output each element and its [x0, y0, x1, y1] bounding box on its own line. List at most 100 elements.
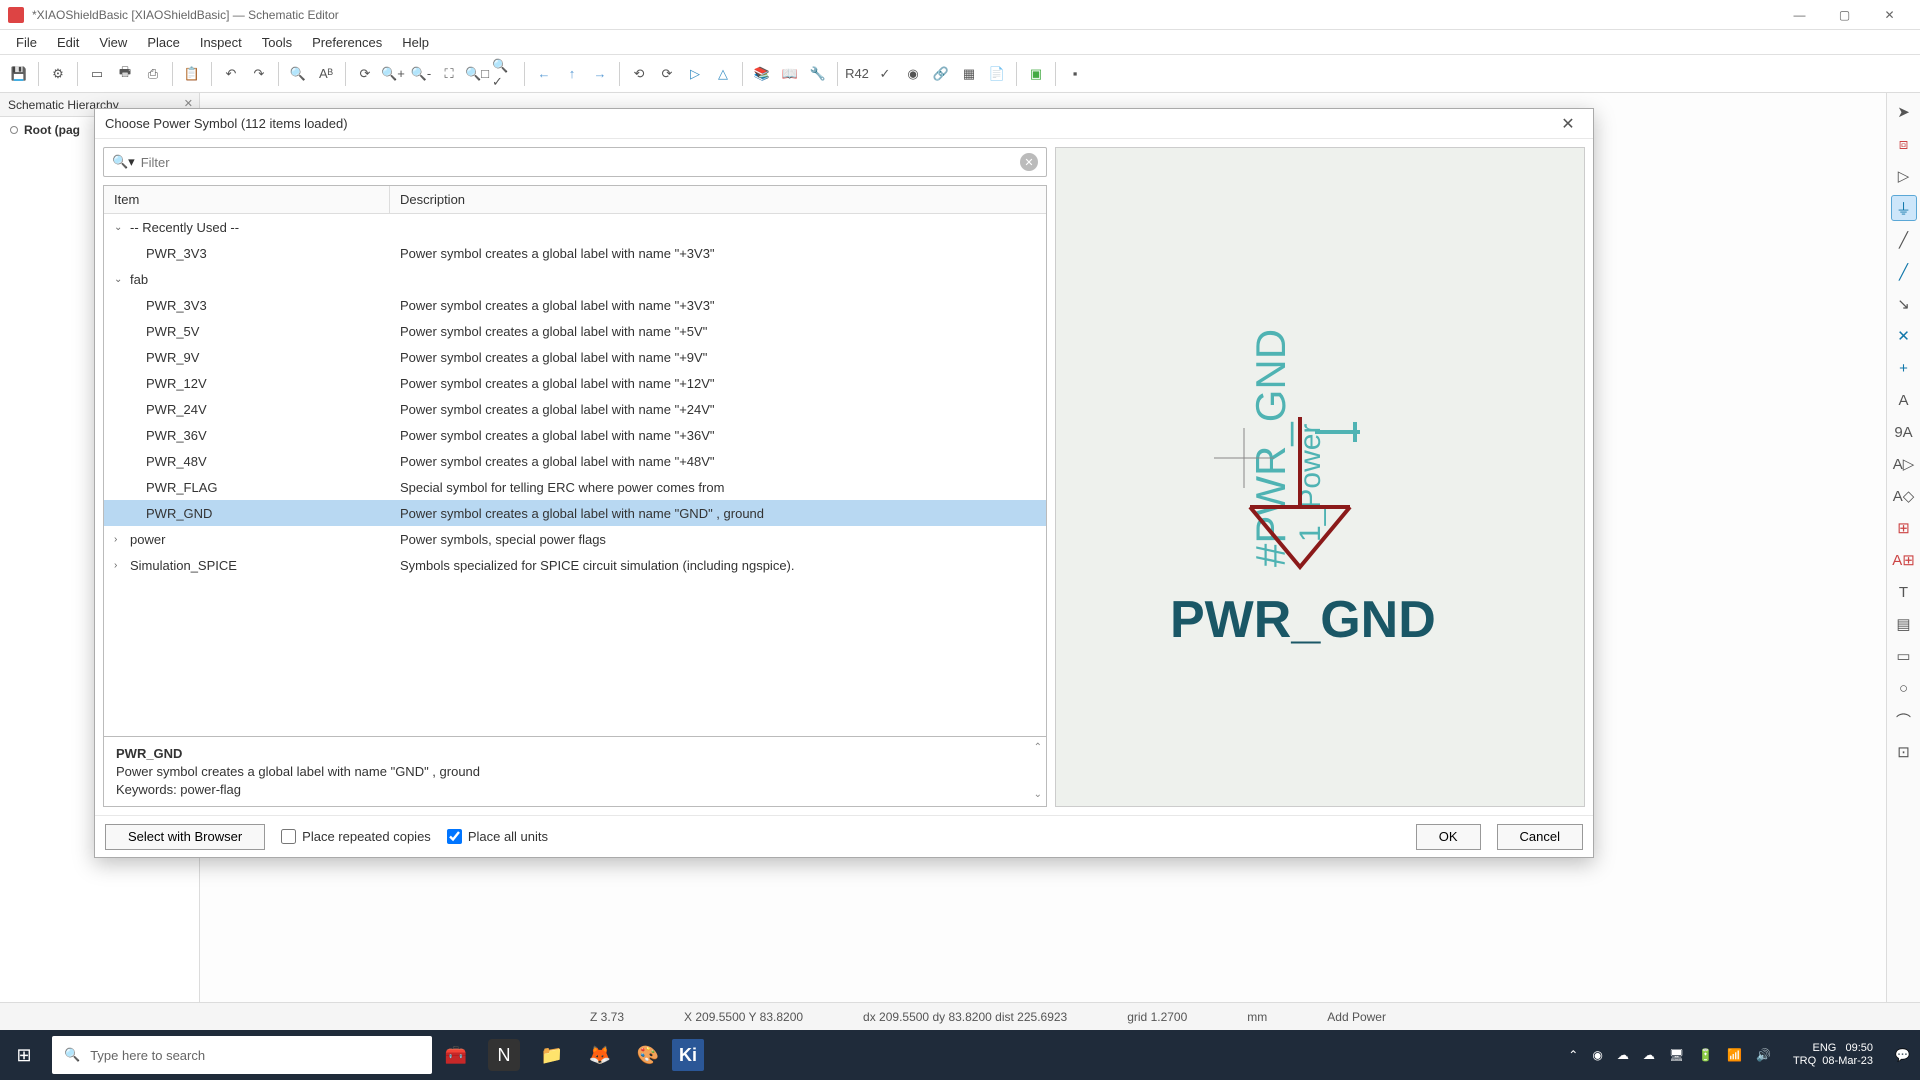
tray-battery-icon[interactable]: 🔋 — [1698, 1048, 1713, 1062]
sheet-icon[interactable]: ⊞ — [1891, 515, 1917, 541]
erc-icon[interactable]: ✓ — [872, 61, 898, 87]
rotate-cw-icon[interactable]: ⟳ — [654, 61, 680, 87]
dialog-close-button[interactable]: ✕ — [1553, 114, 1583, 134]
status-unit[interactable]: mm — [1217, 1010, 1297, 1024]
settings-icon[interactable]: ⚙ — [45, 61, 71, 87]
fields-icon[interactable]: ▦ — [956, 61, 982, 87]
nav-fwd-icon[interactable]: → — [587, 61, 613, 87]
mirror-v-icon[interactable]: △ — [710, 61, 736, 87]
menu-place[interactable]: Place — [137, 32, 190, 53]
menu-preferences[interactable]: Preferences — [302, 32, 392, 53]
redo-icon[interactable]: ↷ — [246, 61, 272, 87]
tray-onedrive-icon[interactable]: ☁ — [1617, 1048, 1629, 1062]
filter-input[interactable] — [141, 149, 1014, 175]
tree-row[interactable]: PWR_12VPower symbol creates a global lab… — [104, 370, 1046, 396]
menu-inspect[interactable]: Inspect — [190, 32, 252, 53]
taskbar-search[interactable]: 🔍 Type here to search — [52, 1036, 432, 1074]
nav-up-icon[interactable]: ↑ — [559, 61, 585, 87]
add-symbol-icon[interactable]: ▷ — [1891, 163, 1917, 189]
tree-row[interactable]: ›Simulation_SPICESymbols specialized for… — [104, 552, 1046, 578]
replace-icon[interactable]: Aᴮ — [313, 61, 339, 87]
place-repeated-checkbox[interactable]: Place repeated copies — [281, 829, 431, 844]
footprint-icon[interactable]: 🔧 — [805, 61, 831, 87]
caret-icon[interactable]: › — [114, 534, 126, 545]
place-all-units-checkbox[interactable]: Place all units — [447, 829, 548, 844]
start-button[interactable]: ⊞ — [0, 1030, 48, 1080]
undo-icon[interactable]: ↶ — [218, 61, 244, 87]
arc-icon[interactable]: ⌒ — [1891, 707, 1917, 733]
menu-tools[interactable]: Tools — [252, 32, 302, 53]
no-connect-icon[interactable]: ✕ — [1891, 323, 1917, 349]
tray-volume-icon[interactable]: 🔊 — [1756, 1048, 1771, 1062]
tree-row[interactable]: PWR_5VPower symbol creates a global labe… — [104, 318, 1046, 344]
tray-notifications-icon[interactable]: 💬 — [1895, 1048, 1910, 1062]
highlight-net-icon[interactable]: ⧈ — [1891, 131, 1917, 157]
bom-icon[interactable]: 📄 — [984, 61, 1010, 87]
zoom-in-icon[interactable]: 🔍+ — [380, 61, 406, 87]
rect-icon[interactable]: ▭ — [1891, 643, 1917, 669]
taskbar-app-notion[interactable]: N — [488, 1039, 520, 1071]
select-tool-icon[interactable]: ➤ — [1891, 99, 1917, 125]
taskbar-app-paint[interactable]: 🎨 — [624, 1030, 672, 1080]
menu-help[interactable]: Help — [392, 32, 439, 53]
find-icon[interactable]: 🔍 — [285, 61, 311, 87]
bus-icon[interactable]: ╱ — [1891, 259, 1917, 285]
col-desc[interactable]: Description — [390, 186, 1046, 213]
global-label-icon[interactable]: A▷ — [1891, 451, 1917, 477]
sim-icon[interactable]: ◉ — [900, 61, 926, 87]
text-icon[interactable]: T — [1891, 579, 1917, 605]
zoom-sel-icon[interactable]: 🔍✓ — [492, 61, 518, 87]
rotate-ccw-icon[interactable]: ⟲ — [626, 61, 652, 87]
menu-view[interactable]: View — [89, 32, 137, 53]
junction-icon[interactable]: + — [1891, 355, 1917, 381]
taskbar-app-1[interactable]: 🧰 — [432, 1030, 480, 1080]
tree-row[interactable]: PWR_9VPower symbol creates a global labe… — [104, 344, 1046, 370]
menu-file[interactable]: File — [6, 32, 47, 53]
cancel-button[interactable]: Cancel — [1497, 824, 1583, 850]
minimize-button[interactable]: — — [1777, 1, 1822, 29]
netclass-icon[interactable]: 9A — [1891, 419, 1917, 445]
sym-browser-icon[interactable]: 📖 — [777, 61, 803, 87]
menu-edit[interactable]: Edit — [47, 32, 89, 53]
taskbar-app-kicad[interactable]: Ki — [672, 1039, 704, 1071]
tray-display-icon[interactable]: 🖥 — [1669, 1048, 1684, 1062]
label-icon[interactable]: A — [1891, 387, 1917, 413]
tree-row[interactable]: ⌄fab — [104, 266, 1046, 292]
caret-icon[interactable]: › — [114, 560, 126, 571]
tree-row[interactable]: ›powerPower symbols, special power flags — [104, 526, 1046, 552]
page-setup-icon[interactable]: ▭ — [84, 61, 110, 87]
plot-icon[interactable]: ⎙ — [140, 61, 166, 87]
zoom-obj-icon[interactable]: 🔍□ — [464, 61, 490, 87]
select-with-browser-button[interactable]: Select with Browser — [105, 824, 265, 850]
pcb-icon[interactable]: ▣ — [1023, 61, 1049, 87]
clear-filter-icon[interactable]: ✕ — [1020, 153, 1038, 171]
paste-icon[interactable]: 📋 — [179, 61, 205, 87]
tray-weather-icon[interactable]: ☁ — [1643, 1048, 1655, 1062]
taskbar-app-explorer[interactable]: 📁 — [528, 1030, 576, 1080]
zoom-fit-icon[interactable]: ⛶ — [436, 61, 462, 87]
tray-wifi-icon[interactable]: 📶 — [1727, 1048, 1742, 1062]
hier-label-icon[interactable]: A◇ — [1891, 483, 1917, 509]
print-icon[interactable]: 🖶 — [112, 61, 138, 87]
tree-row[interactable]: PWR_3V3Power symbol creates a global lab… — [104, 240, 1046, 266]
tree-row[interactable]: PWR_GNDPower symbol creates a global lab… — [104, 500, 1046, 526]
caret-icon[interactable]: ⌄ — [114, 274, 126, 285]
nav-back-icon[interactable]: ← — [531, 61, 557, 87]
save-icon[interactable]: 💾 — [6, 61, 32, 87]
taskbar-app-firefox[interactable]: 🦊 — [576, 1030, 624, 1080]
tree-row[interactable]: PWR_24VPower symbol creates a global lab… — [104, 396, 1046, 422]
tray-chevron-icon[interactable]: ⌃ — [1568, 1048, 1578, 1062]
tree-row[interactable]: ⌄-- Recently Used -- — [104, 214, 1046, 240]
sym-editor-icon[interactable]: 📚 — [749, 61, 775, 87]
circle-icon[interactable]: ○ — [1891, 675, 1917, 701]
refresh-icon[interactable]: ⟳ — [352, 61, 378, 87]
import-sheet-icon[interactable]: A⊞ — [1891, 547, 1917, 573]
textbox-icon[interactable]: ▤ — [1891, 611, 1917, 637]
zoom-out-icon[interactable]: 🔍- — [408, 61, 434, 87]
scroll-down-icon[interactable]: ⌄ — [1034, 788, 1042, 802]
bus-entry-icon[interactable]: ↘ — [1891, 291, 1917, 317]
maximize-button[interactable]: ▢ — [1822, 1, 1867, 29]
tray-meet-icon[interactable]: ◉ — [1592, 1048, 1602, 1062]
assign-fp-icon[interactable]: 🔗 — [928, 61, 954, 87]
script-icon[interactable]: ▪ — [1062, 61, 1088, 87]
